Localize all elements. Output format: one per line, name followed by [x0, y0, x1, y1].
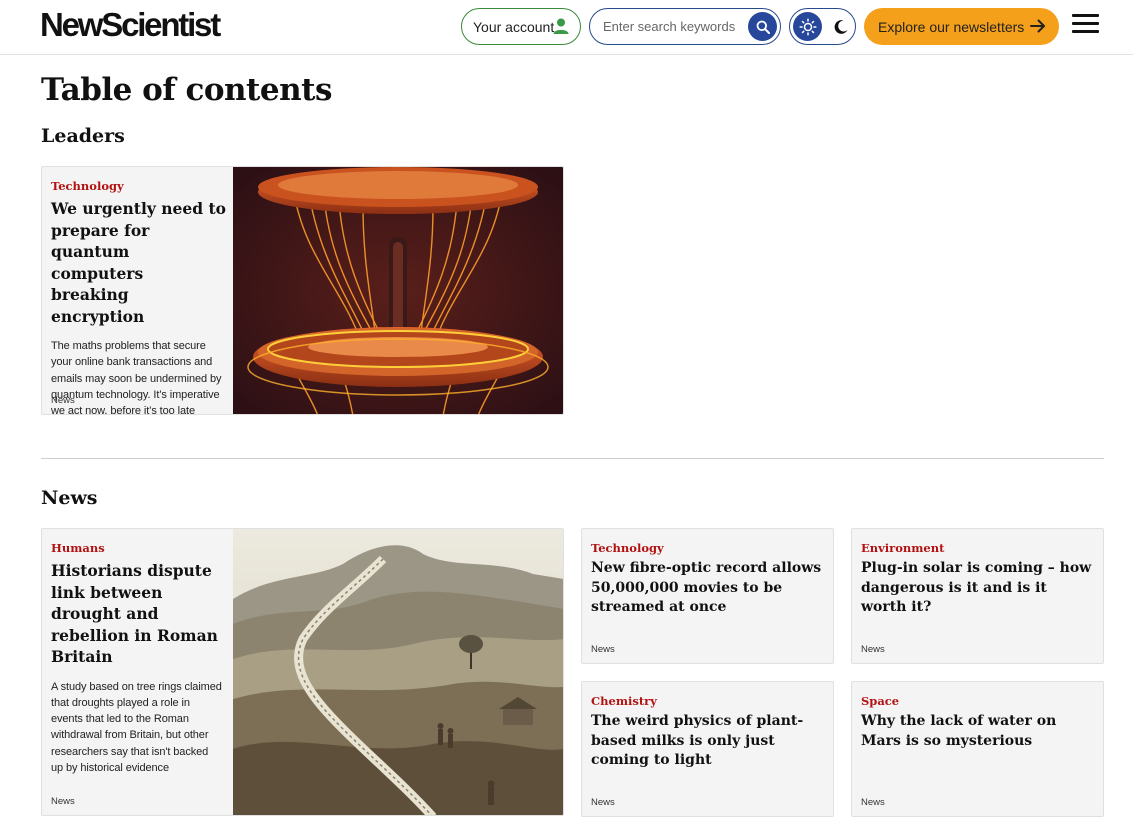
search-button[interactable]: [748, 12, 777, 41]
newsletters-label: Explore our newsletters: [878, 18, 1025, 35]
sun-icon: [798, 17, 817, 36]
article-category: Chemistry: [591, 694, 657, 708]
search-bar: [589, 8, 781, 45]
user-icon: [553, 18, 569, 34]
light-mode-button[interactable]: [793, 12, 822, 41]
article-card-news-3[interactable]: Environment Plug-in solar is coming – ho…: [851, 528, 1104, 664]
article-headline[interactable]: New fibre-optic record allows 50,000,000…: [591, 559, 824, 618]
article-card-news-4[interactable]: Chemistry The weird physics of plant-bas…: [581, 681, 834, 817]
article-tag: News: [51, 395, 75, 406]
search-input[interactable]: [590, 9, 745, 44]
article-tag: News: [51, 796, 75, 807]
article-category: Humans: [51, 541, 105, 555]
account-label: Your account: [473, 18, 555, 35]
newsletters-button[interactable]: Explore our newsletters: [864, 8, 1059, 45]
menu-line: [1072, 30, 1099, 33]
section-divider: [41, 458, 1104, 459]
article-card-news-2[interactable]: Technology New fibre-optic record allows…: [581, 528, 834, 664]
arrow-right-icon: [1030, 19, 1045, 33]
menu-line: [1072, 14, 1099, 17]
article-card-leader[interactable]: Technology We urgently need to prepare f…: [41, 166, 564, 415]
hamburger-menu-icon[interactable]: [1072, 14, 1100, 38]
article-tag: News: [861, 644, 885, 655]
site-header: NewScientist Your account Enter search k…: [0, 0, 1133, 55]
hadrians-wall-painting-image: [233, 529, 563, 815]
search-icon: [756, 20, 770, 34]
article-headline[interactable]: We urgently need to prepare for quantum …: [51, 198, 226, 327]
account-button[interactable]: Your account: [461, 8, 581, 45]
article-headline[interactable]: Historians dispute link between drought …: [51, 560, 223, 668]
article-summary: A study based on tree rings claimed that…: [51, 680, 222, 774]
article-card-news-5[interactable]: Space Why the lack of water on Mars is s…: [851, 681, 1104, 817]
article-card-news-main[interactable]: Humans Historians dispute link between d…: [41, 528, 564, 816]
moon-icon: [834, 19, 847, 34]
dark-mode-button[interactable]: [826, 12, 855, 41]
article-tag: News: [861, 797, 885, 808]
article-category: Environment: [861, 541, 945, 555]
article-headline[interactable]: Why the lack of water on Mars is so myst…: [861, 712, 1094, 751]
site-logo[interactable]: NewScientist: [40, 5, 221, 45]
article-category: Space: [861, 694, 900, 708]
menu-line: [1072, 22, 1099, 25]
article-category: Technology: [591, 541, 664, 555]
article-category: Technology: [51, 179, 124, 193]
article-summary: The maths problems that secure your onli…: [51, 340, 222, 415]
article-tag: News: [591, 797, 615, 808]
article-tag: News: [591, 644, 615, 655]
quantum-computer-image: [233, 167, 563, 414]
section-title-news: News: [41, 487, 98, 509]
article-headline[interactable]: The weird physics of plant-based milks i…: [591, 712, 824, 771]
page-title: Table of contents: [41, 72, 332, 108]
article-headline[interactable]: Plug-in solar is coming – how dangerous …: [861, 559, 1094, 618]
theme-toggle: [789, 8, 856, 45]
section-title-leaders: Leaders: [41, 125, 125, 147]
